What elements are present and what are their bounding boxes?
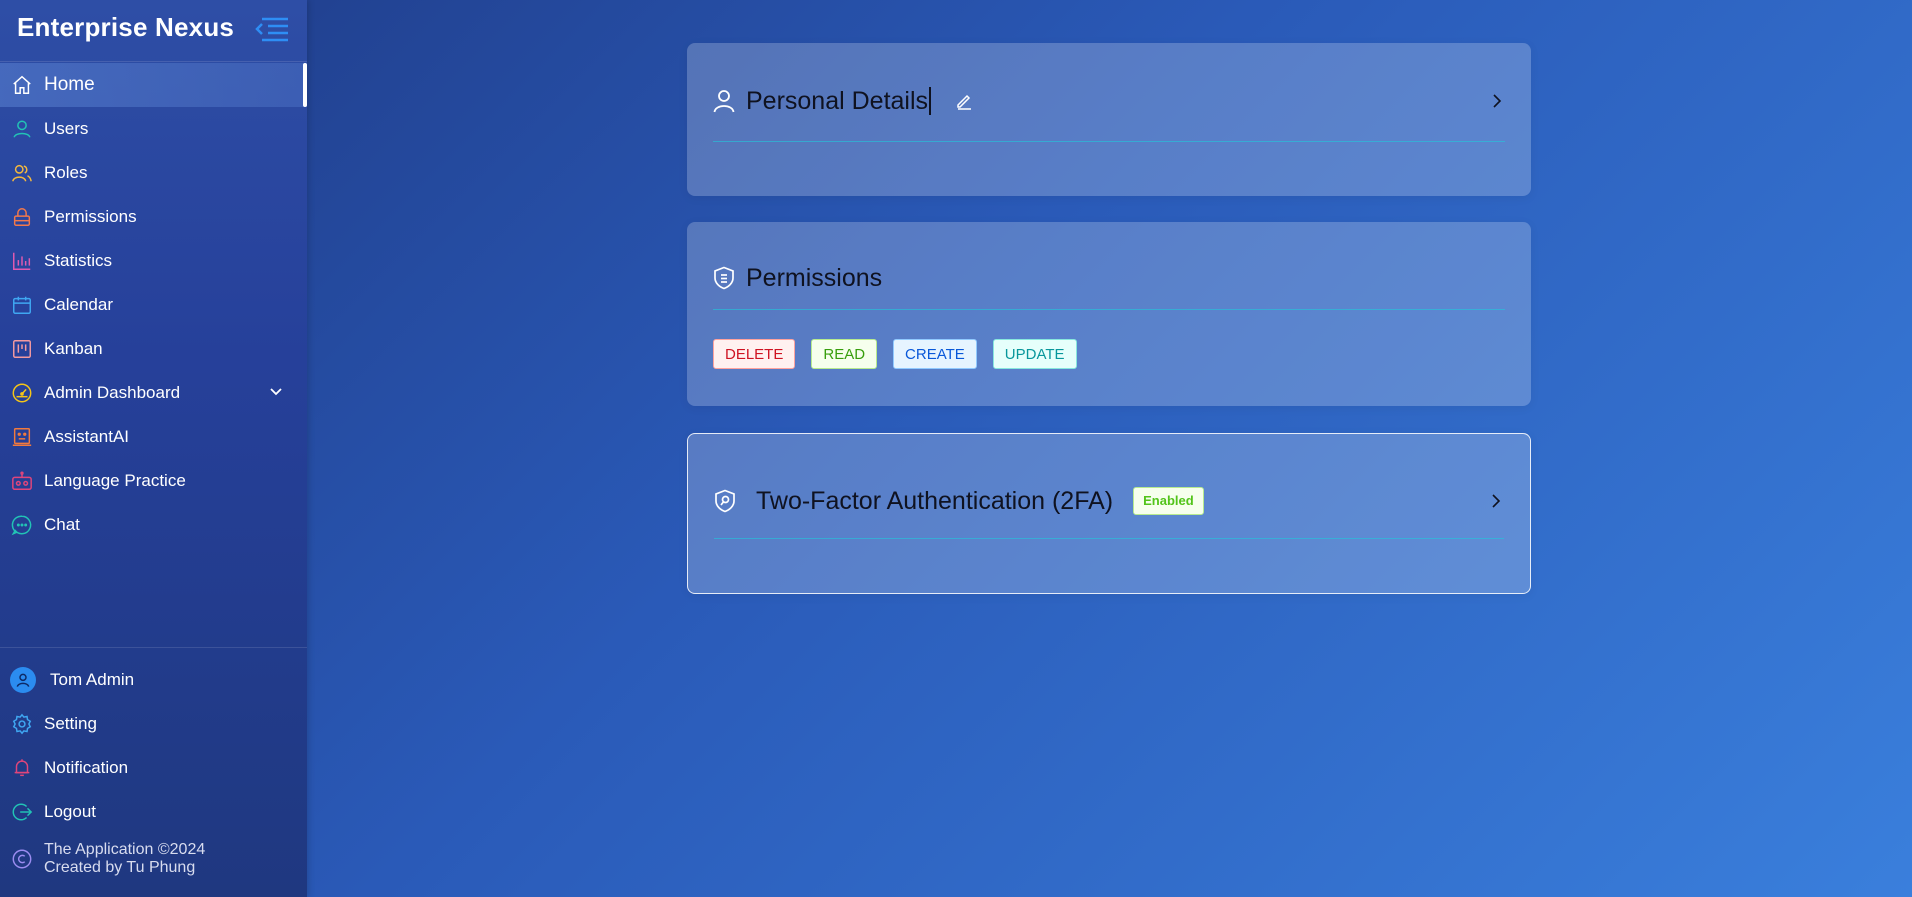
sidebar-item-assistantai[interactable]: AssistantAI — [0, 415, 307, 459]
sidebar-item-logout[interactable]: Logout — [0, 790, 307, 834]
sidebar: Enterprise Nexus Home Users Roles Permis… — [0, 0, 307, 897]
card-title: Permissions — [746, 263, 883, 292]
permissions-card: Permissions DELETE READ CREATE UPDATE — [687, 222, 1531, 406]
sidebar-footer: The Application ©2024 Created by Tu Phun… — [0, 836, 307, 882]
sidebar-item-label: Tom Admin — [50, 670, 135, 689]
sidebar-item-notification[interactable]: Notification — [0, 746, 307, 790]
divider — [0, 61, 307, 62]
collapse-sidebar-button[interactable] — [254, 14, 290, 44]
sidebar-item-chat[interactable]: Chat — [0, 503, 307, 547]
divider — [714, 538, 1504, 539]
menu-fold-icon — [255, 17, 288, 42]
sidebar-item-label: Calendar — [44, 295, 113, 314]
footer-credit: Created by Tu Phung — [44, 859, 196, 876]
sidebar-item-label: Users — [44, 119, 89, 138]
sidebar-item-language-practice[interactable]: Language Practice — [0, 459, 307, 503]
chevron-right-icon[interactable] — [1489, 93, 1505, 109]
sidebar-item-users[interactable]: Users — [0, 107, 307, 151]
logout-icon — [10, 800, 34, 824]
avatar — [10, 667, 36, 693]
sidebar-item-label: AssistantAI — [44, 427, 130, 446]
avatar-icon — [16, 673, 30, 687]
chevron-down-icon[interactable] — [267, 383, 285, 401]
two-factor-card[interactable]: Two-Factor Authentication (2FA) Enabled — [687, 433, 1531, 594]
copyright-icon — [10, 847, 34, 871]
shield-key-icon — [714, 489, 736, 513]
gear-icon — [10, 712, 34, 736]
sidebar-item-label: Kanban — [44, 339, 103, 358]
bell-icon — [10, 756, 34, 780]
divider — [713, 309, 1505, 310]
dashboard-icon — [10, 381, 34, 405]
brand-title: Enterprise Nexus — [17, 12, 235, 42]
sidebar-item-setting[interactable]: Setting — [0, 702, 307, 746]
text-cursor — [929, 87, 932, 115]
sidebar-item-home[interactable]: Home — [0, 63, 307, 107]
sidebar-item-admin-dashboard[interactable]: Admin Dashboard — [0, 371, 307, 415]
sidebar-item-kanban[interactable]: Kanban — [0, 327, 307, 371]
sidebar-item-label: Language Practice — [44, 471, 186, 490]
sidebar-item-label: Notification — [44, 758, 129, 777]
robot-icon — [10, 469, 34, 493]
sidebar-item-label: Chat — [44, 515, 80, 534]
sidebar-item-roles[interactable]: Roles — [0, 151, 307, 195]
sidebar-item-label: Statistics — [44, 251, 113, 270]
card-header: Two-Factor Authentication (2FA) Enabled — [714, 485, 1504, 517]
sidebar-item-profile[interactable]: Tom Admin — [0, 658, 307, 702]
chevron-right-icon[interactable] — [1488, 493, 1504, 509]
sidebar-item-label: Setting — [44, 714, 97, 733]
sidebar-item-label: Roles — [44, 163, 88, 182]
sidebar-item-label: Admin Dashboard — [44, 383, 181, 402]
permission-tag-update: UPDATE — [992, 339, 1077, 369]
sidebar-item-label: Permissions — [44, 207, 137, 226]
users-icon — [10, 161, 34, 185]
sidebar-nav: Home Users Roles Permissions Statistics — [0, 63, 307, 547]
edit-icon[interactable] — [955, 92, 973, 110]
home-icon — [10, 73, 34, 97]
permission-tags: DELETE READ CREATE UPDATE — [713, 339, 1093, 369]
kanban-icon — [10, 337, 34, 361]
bar-chart-icon — [10, 249, 34, 273]
permission-tag-create: CREATE — [893, 339, 977, 369]
permission-tag-read: READ — [811, 339, 878, 369]
card-header: Permissions — [713, 262, 1505, 294]
lock-icon — [10, 205, 34, 229]
card-title: Two-Factor Authentication (2FA) — [756, 486, 1114, 515]
sidebar-item-permissions[interactable]: Permissions — [0, 195, 307, 239]
permission-tag-delete: DELETE — [713, 339, 796, 369]
footer-copyright: The Application ©2024 — [44, 841, 206, 858]
card-title: Personal Details — [746, 86, 929, 115]
chat-icon — [10, 513, 34, 537]
sidebar-item-calendar[interactable]: Calendar — [0, 283, 307, 327]
status-badge: Enabled — [1133, 487, 1204, 515]
divider — [0, 647, 307, 648]
sidebar-bottom-nav: Tom Admin Setting Notification Logout — [0, 658, 307, 834]
personal-details-card[interactable]: Personal Details — [687, 43, 1531, 196]
user-icon — [713, 89, 735, 113]
shield-icon — [713, 266, 735, 290]
sidebar-item-statistics[interactable]: Statistics — [0, 239, 307, 283]
sidebar-item-label: Home — [44, 74, 95, 95]
footer-text: The Application ©2024 Created by Tu Phun… — [44, 841, 205, 877]
user-icon — [10, 117, 34, 141]
divider — [713, 141, 1505, 142]
sidebar-item-label: Logout — [44, 802, 96, 821]
card-header: Personal Details — [713, 87, 1505, 115]
calendar-icon — [10, 293, 34, 317]
assistant-icon — [10, 425, 34, 449]
